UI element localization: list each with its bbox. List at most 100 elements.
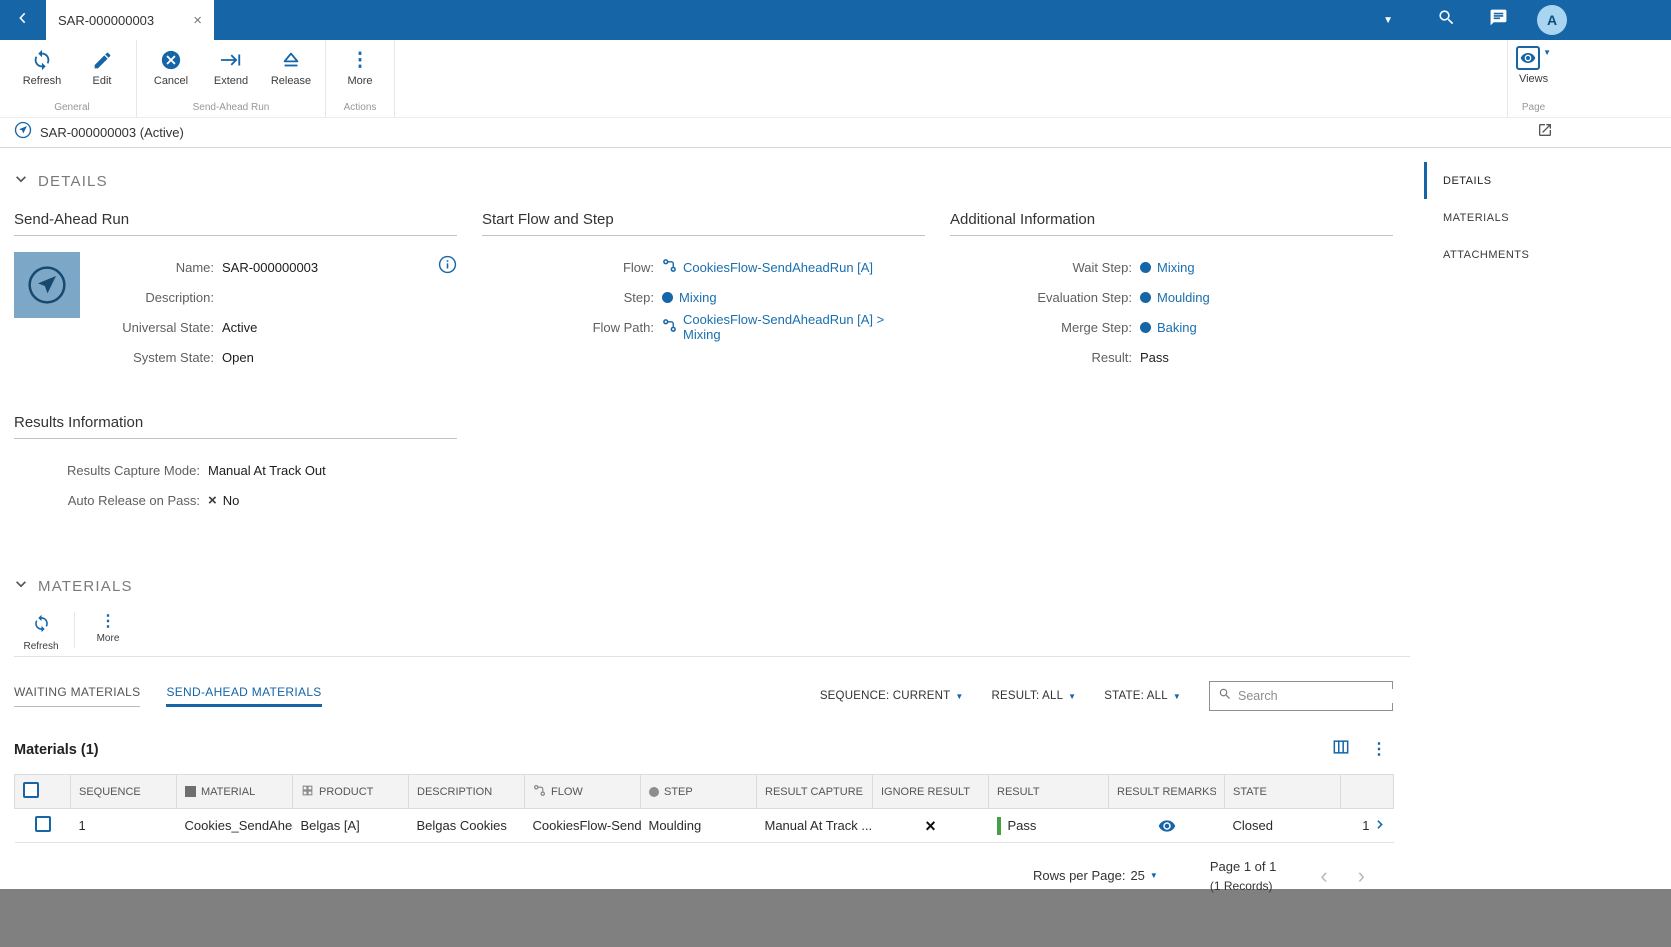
cell-flow-link[interactable]: CookiesFlow-SendA — [524, 808, 641, 843]
sidebar-item-materials[interactable]: MATERIALS — [1424, 199, 1584, 236]
col-flow[interactable]: FLOW — [524, 774, 641, 809]
step-link[interactable]: Mixing — [662, 290, 717, 305]
materials-table-header: Materials (1) ⋮ — [14, 737, 1393, 762]
messages-button[interactable] — [1485, 7, 1511, 33]
cell-result-remarks[interactable] — [1108, 808, 1225, 843]
next-page-button[interactable]: › — [1358, 864, 1365, 887]
open-tab[interactable]: SAR-000000003 × — [46, 0, 214, 40]
step-dot-icon — [662, 291, 673, 303]
materials-filters: SEQUENCE: CURRENT ▼ RESULT: ALL ▼ STATE:… — [820, 681, 1399, 711]
refresh-icon — [32, 614, 51, 638]
cancel-icon — [160, 48, 182, 72]
refresh-button[interactable]: Refresh — [12, 46, 72, 87]
toolbar-group-page: ▼ Views Page — [1507, 40, 1559, 117]
row-checkbox[interactable] — [34, 816, 51, 832]
global-search-button[interactable] — [1433, 7, 1459, 33]
info-button[interactable] — [438, 255, 457, 279]
ignore-result-x-icon: × — [925, 815, 936, 836]
tab-waiting-materials[interactable]: WAITING MATERIALS — [14, 685, 141, 707]
entity-title: SAR-000000003 (Active) — [40, 125, 184, 140]
topbar-caret-icon[interactable]: ▼ — [1383, 15, 1393, 26]
col-state[interactable]: STATE — [1224, 774, 1341, 809]
col-material[interactable]: MATERIAL — [176, 774, 293, 809]
flow-icon — [662, 318, 677, 336]
evaluation-step-link[interactable]: Moulding — [1140, 290, 1210, 305]
sidebar-item-details[interactable]: DETAILS — [1424, 162, 1584, 199]
entity-header: SAR-000000003 (Active) — [0, 118, 1671, 148]
merge-step-row: Merge Step: Baking — [950, 312, 1393, 342]
col-expand — [1340, 774, 1394, 809]
select-all-checkbox[interactable] — [23, 782, 39, 798]
start-flow-step-title: Start Flow and Step — [482, 211, 925, 236]
cell-material-link[interactable]: Cookies_SendAhea — [176, 808, 293, 843]
name-value: SAR-000000003 — [222, 259, 319, 275]
release-button[interactable]: Release — [261, 46, 321, 87]
user-avatar[interactable]: A — [1537, 5, 1567, 35]
col-ignore-result[interactable]: IGNORE RESULT — [872, 774, 989, 809]
back-chevron-icon — [15, 10, 31, 31]
materials-refresh-button[interactable]: Refresh — [14, 608, 68, 652]
wait-step-link[interactable]: Mixing — [1140, 260, 1195, 275]
column-settings-button[interactable] — [1331, 737, 1351, 762]
cell-product-link[interactable]: Belgas [A] — [292, 808, 409, 843]
application-window: SAR-000000003 × ▼ A Refresh Edit General… — [0, 0, 1671, 947]
extend-button[interactable]: Extend — [201, 46, 261, 87]
search-input[interactable] — [1238, 689, 1399, 703]
flow-icon — [533, 784, 546, 800]
sequence-filter[interactable]: SEQUENCE: CURRENT ▼ — [820, 690, 964, 702]
universal-state-field-row: Universal State: Active — [86, 312, 457, 342]
flow-path-link[interactable]: CookiesFlow-SendAheadRun [A] > Mixing — [662, 312, 925, 342]
cell-state: Closed — [1224, 808, 1341, 843]
col-description[interactable]: DESCRIPTION — [408, 774, 525, 809]
open-in-window-icon — [1537, 122, 1553, 143]
col-result-remarks[interactable]: RESULT REMARKS — [1108, 774, 1225, 809]
tab-send-ahead-materials[interactable]: SEND-AHEAD MATERIALS — [166, 685, 322, 707]
state-filter[interactable]: STATE: ALL ▼ — [1104, 690, 1181, 702]
more-button[interactable]: ⋮ More — [330, 46, 390, 88]
sequence-filter-label: SEQUENCE: CURRENT — [819, 690, 951, 702]
col-product[interactable]: PRODUCT — [292, 774, 409, 809]
toolbar-group-send-ahead-run: Cancel Extend Release Send-Ahead Run — [137, 40, 326, 117]
materials-more-button[interactable]: ⋮ More — [81, 608, 135, 652]
flow-path-value: CookiesFlow-SendAheadRun [A] > Mixing — [683, 312, 885, 342]
col-result[interactable]: RESULT — [988, 774, 1109, 809]
cancel-button[interactable]: Cancel — [141, 46, 201, 87]
x-mark-icon: × — [208, 491, 217, 509]
col-step[interactable]: STEP — [640, 774, 757, 809]
result-filter[interactable]: RESULT: ALL ▼ — [992, 690, 1077, 702]
details-section-header[interactable]: DETAILS — [14, 172, 1412, 191]
merge-step-link[interactable]: Baking — [1140, 320, 1197, 335]
views-button[interactable]: ▼ Views — [1516, 46, 1551, 85]
merge-step-label: Merge Step: — [1061, 319, 1132, 335]
more-dots-icon: ⋮ — [100, 613, 116, 630]
flow-path-field-row: Flow Path: CookiesFlow-SendAheadRun [A] … — [482, 312, 925, 342]
row-expand-button[interactable]: 1 — [1340, 808, 1394, 843]
flow-link[interactable]: CookiesFlow-SendAheadRun [A] — [662, 258, 873, 276]
records-label: (1 Records) — [1209, 878, 1273, 893]
step-value: Mixing — [679, 289, 717, 305]
cell-step-link[interactable]: Moulding — [640, 808, 757, 843]
open-panel-button[interactable] — [1537, 122, 1553, 143]
col-sequence[interactable]: SEQUENCE — [70, 774, 177, 809]
name-field-row: Name: SAR-000000003 — [86, 252, 457, 282]
sidebar-item-attachments[interactable]: ATTACHMENTS — [1424, 236, 1584, 273]
send-ahead-run-icon — [14, 121, 32, 144]
edit-label: Edit — [92, 75, 112, 87]
previous-page-button[interactable]: ‹ — [1320, 864, 1327, 887]
table-more-button[interactable]: ⋮ — [1371, 741, 1387, 758]
chevron-down-icon — [14, 577, 28, 596]
col-result-capture-mode[interactable]: RESULT CAPTURE MODE — [756, 774, 873, 809]
material-row[interactable]: 1 Cookies_SendAhea Belgas [A] Belgas Coo… — [14, 808, 1394, 843]
results-capture-mode-value: Manual At Track Out — [208, 462, 326, 478]
flow-path-label: Flow Path: — [592, 319, 654, 335]
cell-description: Belgas Cookies — [408, 808, 525, 843]
materials-table: SEQUENCE MATERIAL PRODUCT DESCRIPTION FL… — [14, 774, 1394, 843]
materials-tabs-filters-row: WAITING MATERIALS SEND-AHEAD MATERIALS S… — [14, 681, 1399, 711]
materials-search-box — [1209, 681, 1399, 711]
back-button[interactable] — [0, 0, 46, 40]
tab-close-icon[interactable]: × — [193, 13, 202, 28]
edit-button[interactable]: Edit — [72, 46, 132, 87]
toolbar-group-label-actions: Actions — [343, 102, 377, 113]
rows-per-page-selector[interactable]: Rows per Page: 25 ▼ — [1033, 868, 1158, 883]
materials-section-header[interactable]: MATERIALS — [14, 577, 1412, 596]
